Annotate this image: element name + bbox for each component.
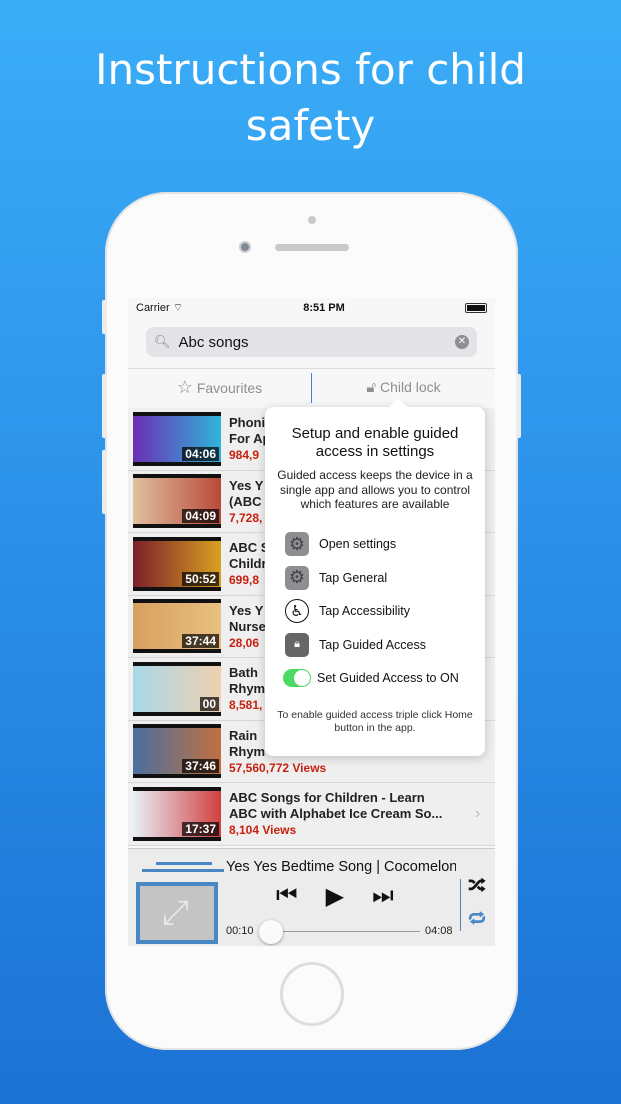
video-views: 57,560,772 Views <box>229 760 327 775</box>
video-thumbnail: 37:46 <box>133 724 221 779</box>
sensor <box>308 216 316 224</box>
guided-access-lock-icon: 🔒︎ <box>285 632 309 657</box>
child-lock-popover: Setup and enable guided access in settin… <box>265 398 485 756</box>
chevron-right-icon: › <box>475 804 481 822</box>
player-divider <box>460 879 461 931</box>
popover-description: Guided access keeps the device in a sing… <box>277 468 473 511</box>
popover-footer: To enable guided access triple click Hom… <box>277 709 473 734</box>
video-title-line1: ABC Songs for Children - Learn <box>229 790 425 806</box>
status-bar: Carrier ⌔ 8:51 PM <box>128 298 495 318</box>
previous-icon[interactable]: ⏮︎ <box>276 882 298 911</box>
video-duration: 17:37 <box>182 821 219 836</box>
video-thumbnail: 50:52 <box>133 536 221 591</box>
total-time: 04:08 <box>425 925 453 937</box>
star-icon: ☆ <box>176 377 193 397</box>
shuffle-icon[interactable]: 🔀︎ <box>468 871 486 898</box>
next-icon[interactable]: ⏭︎ <box>372 882 394 911</box>
expand-icon: ⤢ <box>162 894 190 932</box>
video-duration: 50:52 <box>182 571 219 586</box>
volume-down-button <box>102 450 107 514</box>
clock: 8:51 PM <box>303 302 345 314</box>
tab-child-lock[interactable]: 🔓︎ Child lock <box>312 379 495 396</box>
mute-switch <box>102 300 107 334</box>
video-duration: 37:46 <box>182 759 219 774</box>
lock-icon: 🔓︎ <box>366 379 377 396</box>
accessibility-icon: ♿︎ <box>285 599 309 624</box>
battery-icon <box>464 303 487 313</box>
search-icon: 🔍︎ <box>154 334 171 349</box>
tab-favourites[interactable]: ☆ Favourites <box>128 377 311 398</box>
video-thumbnail: 00 <box>133 661 221 716</box>
front-camera <box>239 241 251 253</box>
wifi-icon: ⌔ <box>172 302 184 314</box>
video-row[interactable]: 17:37 ABC Songs for Children - Learn ABC … <box>128 783 495 846</box>
video-views: 8,104 Views <box>229 823 297 838</box>
video-duration: 04:09 <box>182 509 219 524</box>
tab-bar: ☆ Favourites 🔓︎ Child lock <box>128 368 495 406</box>
toggle-on-icon <box>283 669 311 688</box>
video-thumbnail: 17:37 <box>133 786 221 841</box>
progress-slider-thumb[interactable] <box>259 920 284 944</box>
video-thumbnail: 04:06 <box>133 411 221 466</box>
earpiece <box>275 244 349 251</box>
player-artwork[interactable]: ⤢ <box>136 862 224 944</box>
home-button[interactable] <box>280 962 344 1026</box>
now-playing-title: Yes Yes Bedtime Song | Cocomelon <box>226 859 456 875</box>
step-general: ⚙ Tap General <box>277 561 473 595</box>
step-open-settings: ⚙ Open settings <box>277 528 473 562</box>
repeat-icon[interactable]: 🔁︎ <box>468 904 486 931</box>
search-value: Abc songs <box>178 333 249 351</box>
video-title-line2: ABC with Alphabet Ice Cream So... <box>229 806 443 822</box>
clear-search-icon[interactable]: ✕ <box>455 335 469 349</box>
elapsed-time: 00:10 <box>226 925 254 937</box>
power-button <box>516 374 521 438</box>
video-duration: 37:44 <box>182 634 219 649</box>
settings-gear-icon: ⚙ <box>285 532 309 557</box>
video-duration: 00 <box>199 696 219 711</box>
step-toggle-on: Set Guided Access to ON <box>277 662 473 696</box>
volume-up-button <box>102 374 107 438</box>
carrier: Carrier <box>136 302 170 314</box>
app-screen: Carrier ⌔ 8:51 PM 🔍︎ Abc songs ✕ ☆ Favou… <box>128 298 495 946</box>
play-icon[interactable]: ▶︎ <box>326 882 344 911</box>
search-input[interactable]: 🔍︎ Abc songs ✕ <box>146 327 477 357</box>
settings-gear-icon: ⚙ <box>285 565 309 590</box>
popover-title: Setup and enable guided access in settin… <box>291 425 459 460</box>
video-thumbnail: 37:44 <box>133 599 221 654</box>
step-accessibility: ♿︎ Tap Accessibility <box>277 595 473 629</box>
headline: Instructions for child safety <box>95 45 526 150</box>
video-duration: 04:06 <box>182 446 219 461</box>
mini-player: ⤢ Yes Yes Bedtime Song | Cocomelon ⏮︎ ▶︎… <box>128 848 495 946</box>
step-guided-access: 🔒︎ Tap Guided Access <box>277 628 473 662</box>
progress-track[interactable] <box>260 931 420 932</box>
video-thumbnail: 04:09 <box>133 474 221 529</box>
